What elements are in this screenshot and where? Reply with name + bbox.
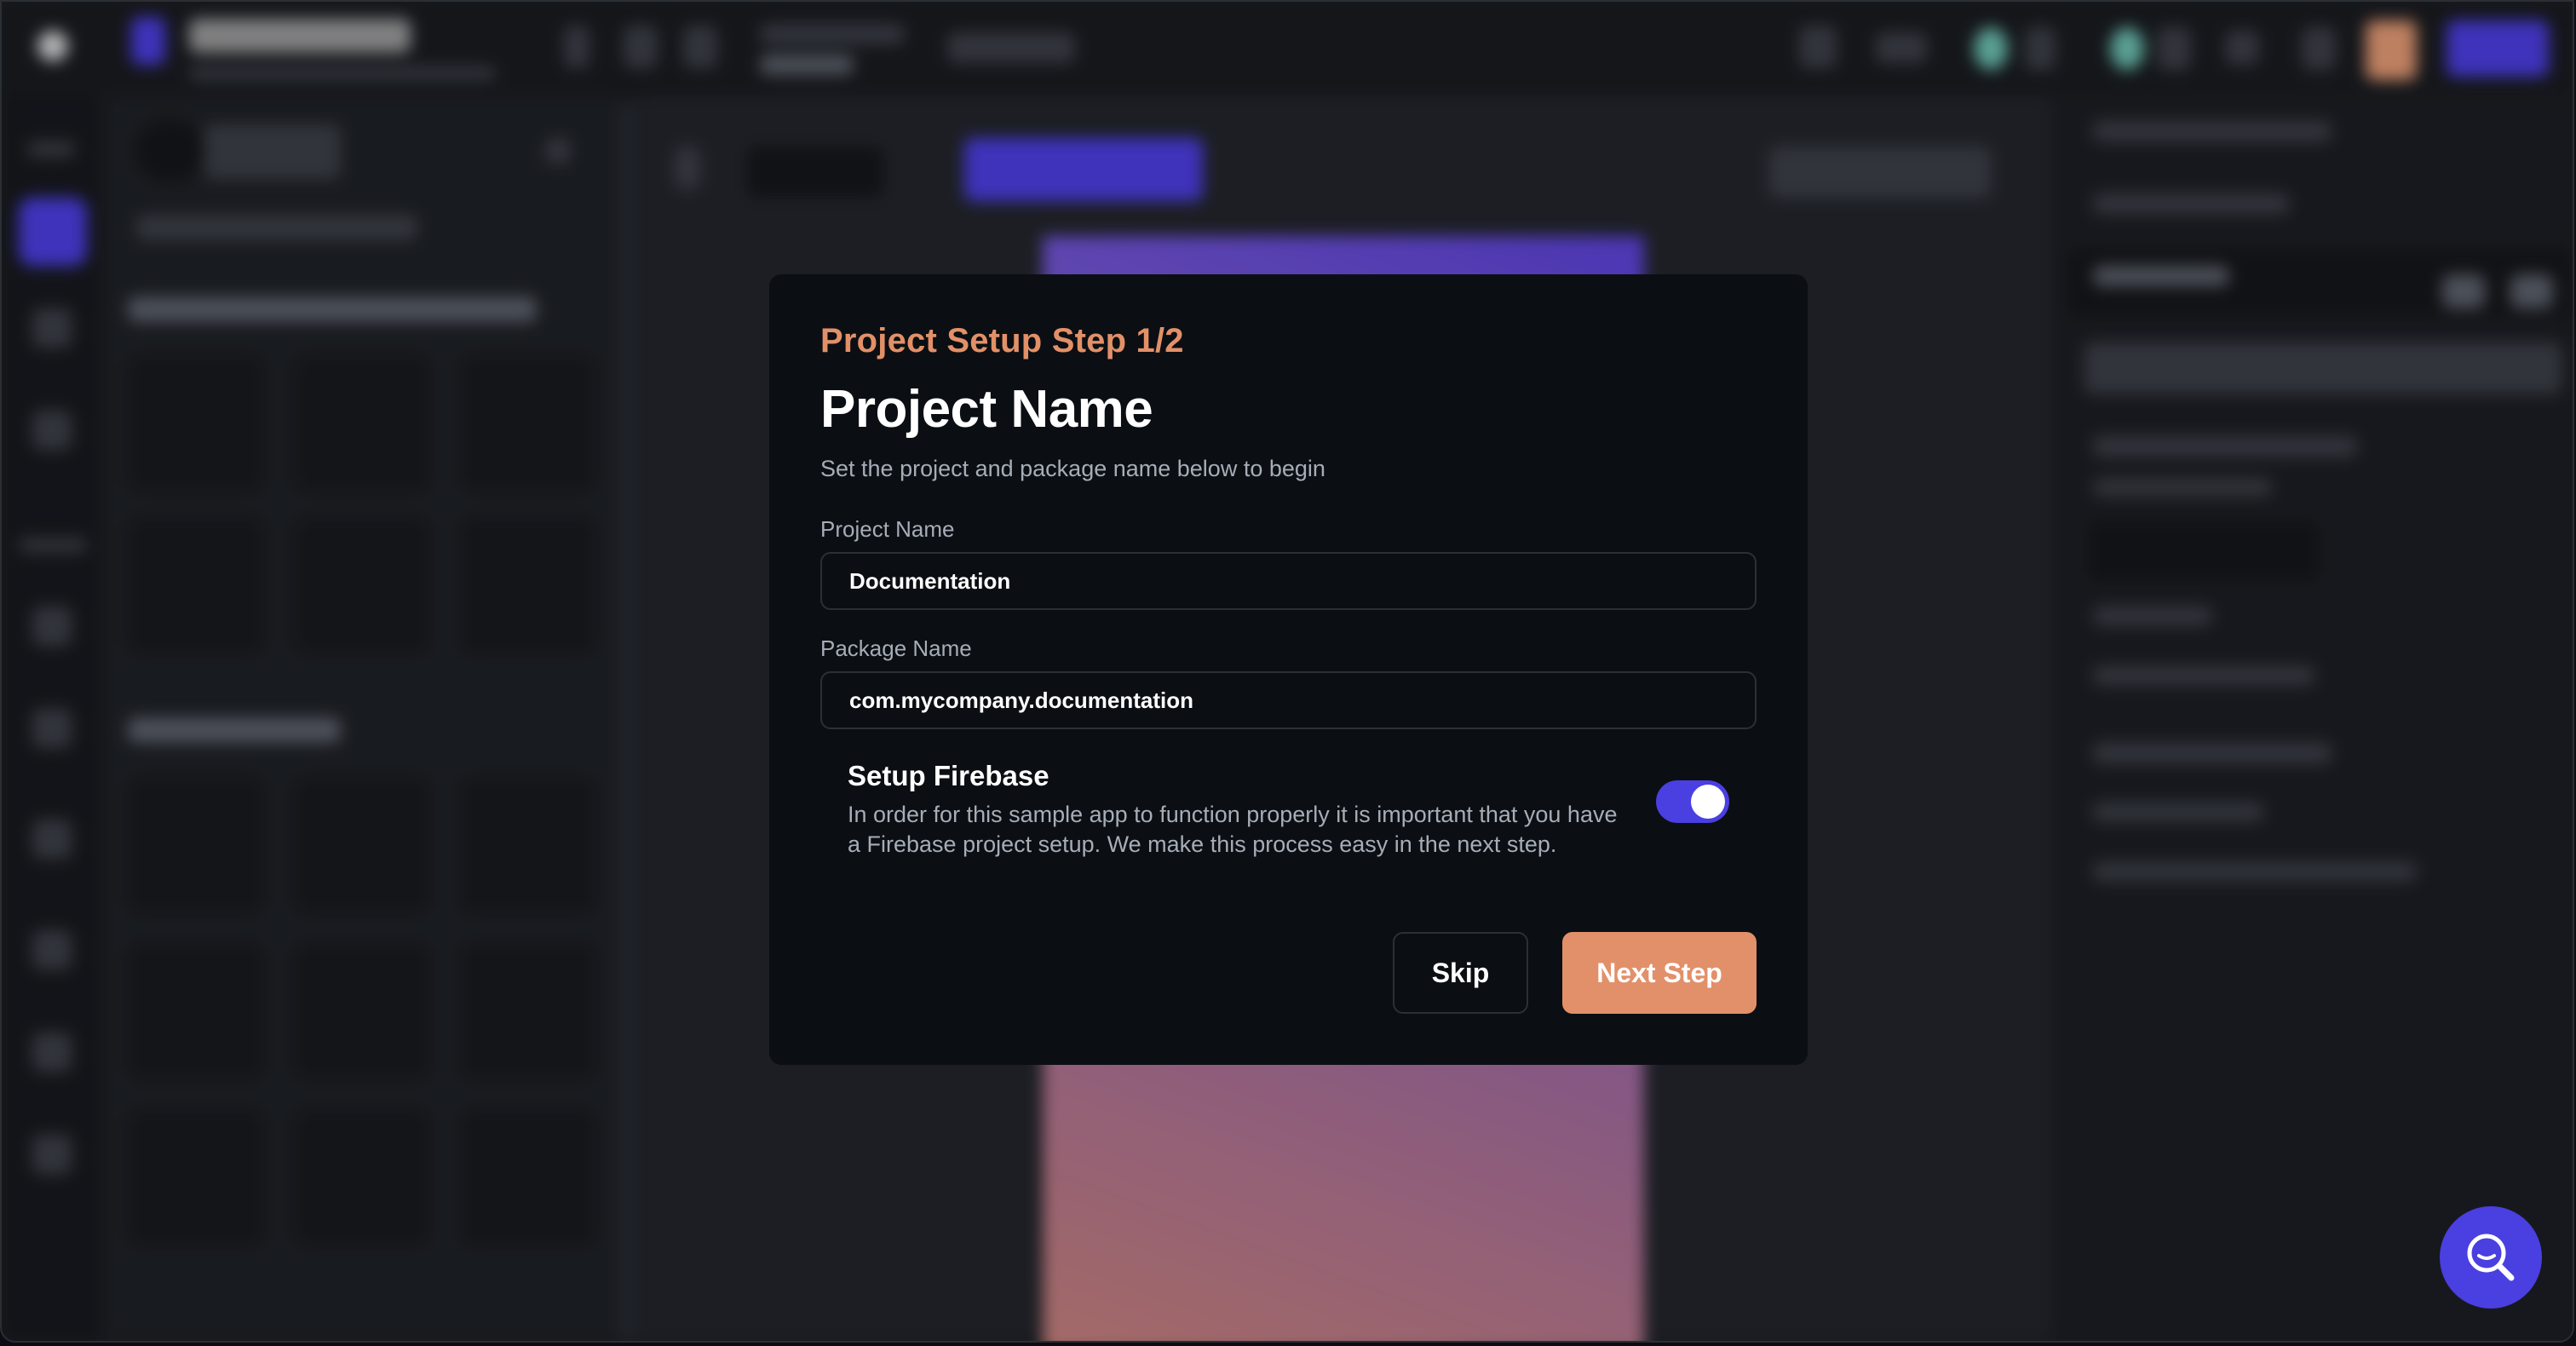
package-name-label: Package Name [820, 636, 972, 662]
dialog-actions: Skip Next Step [1393, 932, 1757, 1014]
setup-firebase-section: Setup Firebase In order for this sample … [820, 762, 1757, 872]
package-name-input[interactable] [820, 671, 1757, 730]
toggle-knob [1691, 785, 1725, 820]
project-name-label: Project Name [820, 516, 955, 543]
project-setup-dialog: Project Setup Step 1/2 Project Name Set … [769, 274, 1808, 1065]
next-step-button[interactable]: Next Step [1562, 932, 1757, 1014]
setup-firebase-toggle[interactable] [1656, 780, 1729, 824]
setup-firebase-description: In order for this sample app to function… [848, 802, 1618, 858]
step-indicator: Project Setup Step 1/2 [820, 322, 1184, 360]
project-name-input[interactable] [820, 552, 1757, 611]
dialog-subtitle: Set the project and package name below t… [820, 456, 1325, 481]
setup-firebase-title: Setup Firebase [848, 760, 1049, 792]
skip-button[interactable]: Skip [1393, 932, 1528, 1014]
search-smile-icon [2467, 1234, 2515, 1281]
help-search-button[interactable] [2440, 1206, 2542, 1309]
dialog-title: Project Name [820, 380, 1153, 439]
